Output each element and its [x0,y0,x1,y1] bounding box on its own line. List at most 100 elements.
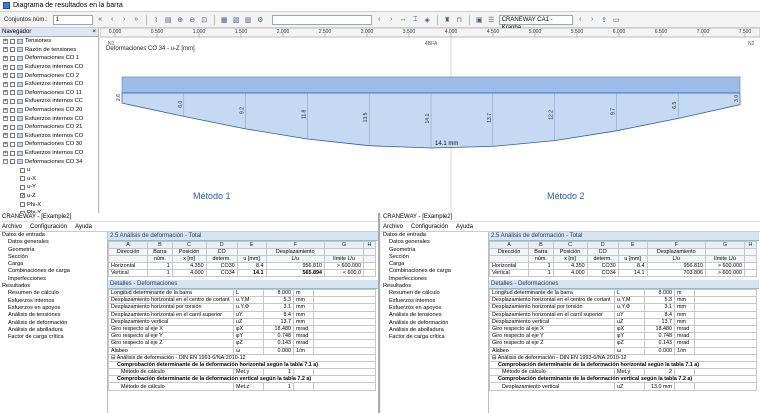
section-icon[interactable]: ⌶ [411,15,420,24]
tree-item[interactable]: Sección [0,254,107,261]
next-icon[interactable]: › [120,15,129,24]
checkbox[interactable] [10,116,15,122]
diagram-canvas[interactable]: 0.000 0.500 1.000 1.500 2.000 2.500 3.000 3.500… [99,27,760,213]
beam-icon[interactable]: ⊓ [455,15,464,24]
checkbox[interactable] [10,73,15,79]
table-row[interactable]: Vertical 1 4.000 CO34 14.1 703.806 > 600.000 [489,269,757,277]
expand-icon[interactable]: + [3,150,8,156]
tree-item[interactable]: Esfuerzos internos [381,298,488,305]
tree-item[interactable]: Geometría [381,247,488,254]
checkbox[interactable] [10,38,15,44]
table-icon[interactable]: ▣ [475,15,484,24]
tree-item[interactable]: Combinaciones de carga [381,268,488,275]
settings-icon[interactable]: ⚙ [256,15,265,24]
next-case-icon[interactable]: › [387,15,396,24]
prev-crane-icon[interactable]: ‹ [576,15,585,24]
checkbox[interactable] [10,81,15,87]
expand-icon[interactable]: + [3,116,8,122]
expand-icon[interactable]: + [3,141,8,147]
table-row[interactable]: Horizontal 1 4.350 CO30 8.4 956.810 > 600.000 [489,262,757,270]
craneway-select[interactable]: CRANEWAY CA1 - Kranba [498,14,573,31]
tree-item[interactable]: Análisis de deformación [0,320,107,327]
checkbox[interactable] [10,133,15,139]
checkbox[interactable] [10,150,15,156]
expand-icon[interactable]: + [3,38,8,44]
prev-icon[interactable]: ‹ [108,15,117,24]
expand-icon[interactable]: + [3,90,8,96]
navigator-item[interactable]: + Deformaciones CO 30 [0,140,98,149]
checkbox[interactable] [10,90,15,96]
checkbox[interactable] [10,159,15,165]
zoom-in-icon[interactable]: ⊕ [176,15,185,24]
filter-icon[interactable]: ▥ [244,15,253,24]
tree-item[interactable]: Sección [381,254,488,261]
tree-item[interactable]: Datos generales [381,239,488,246]
checkbox[interactable] [10,107,15,113]
expand-icon[interactable]: + [3,55,8,61]
navigator-item[interactable]: u-X [0,175,98,184]
window-icon[interactable]: ▭ [612,15,621,24]
checkbox[interactable] [20,202,25,208]
tree-item[interactable]: Análisis de tensiones [0,312,107,319]
table-row[interactable]: Vertical 1 4.000 CO34 14.1 565.894 < 600.0 [108,269,376,277]
results-icon[interactable]: ▦ [220,15,229,24]
tree-item[interactable]: Carga [0,261,107,268]
values-icon[interactable]: ▧ [232,15,241,24]
navigator-item[interactable]: ✓ u-Z [0,192,98,201]
prev-case-icon[interactable]: ‹ [375,15,384,24]
checkbox[interactable] [20,167,25,173]
menu-item[interactable]: Configuración [30,222,67,231]
checkbox[interactable] [10,55,15,61]
expand-icon[interactable]: + [3,81,8,87]
navigator-item[interactable]: + Deformaciones CO 21 [0,123,98,132]
checkbox[interactable]: ✓ [20,193,25,199]
checkbox[interactable] [20,184,25,190]
expand-icon[interactable]: + [3,47,8,53]
tree-item[interactable]: Análisis de abolladura [0,327,107,334]
table-row[interactable]: Horizontal 1 4.350 CO30 8.4 956.810 > 600.000 [108,262,376,270]
tree-item[interactable]: Resumen de cálculo [381,290,488,297]
list-icon[interactable]: ☰ [487,15,496,24]
menu-item[interactable]: Archivo [383,222,403,231]
tree-item[interactable]: Geometría [0,247,107,254]
expand-icon[interactable]: + [3,124,8,130]
checkbox[interactable] [10,124,15,130]
tree-item[interactable]: Imperfecciones [381,276,488,283]
tree-item[interactable]: Esfuerzos en apoyos [381,305,488,312]
expand-icon[interactable]: − [3,159,8,165]
tree-item[interactable]: Imperfecciones [0,276,107,283]
crane-icon[interactable]: ♜ [443,15,452,24]
tree-item[interactable]: Datos generales [0,239,107,246]
menu-item[interactable]: Configuración [411,222,448,231]
expand-icon[interactable]: + [3,107,8,113]
navigator-item[interactable]: + Deformaciones CO 1 [0,54,98,63]
navigator-item[interactable]: − Deformaciones CO 34 [0,157,98,166]
norm-row[interactable]: ⊟ Análisis de deformación - DIN EN 1993-… [108,353,376,362]
tree-item[interactable]: Resultados [0,283,107,290]
tree-item[interactable]: Esfuerzos internos [0,298,107,305]
next-crane-icon[interactable]: › [588,15,597,24]
close-icon[interactable]: × [92,28,96,36]
checkbox[interactable] [10,98,15,104]
tree-item[interactable]: Factor de carga crítica [0,334,107,341]
tree-item[interactable]: Factor de carga crítica [381,334,488,341]
expand-icon[interactable]: + [3,73,8,79]
tree-item[interactable]: Análisis de deformación [381,320,488,327]
navigator-item[interactable]: + Esfuerzos internos CO [0,114,98,123]
expand-icon[interactable]: + [3,98,8,104]
navigator-item[interactable]: + Deformaciones CO 2 [0,71,98,80]
navigator-item[interactable]: + Esfuerzos internos CO [0,149,98,158]
tree-item[interactable]: Esfuerzos en apoyos [0,305,107,312]
navigator-item[interactable]: u [0,166,98,175]
tree-item[interactable]: Análisis de tensiones [381,312,488,319]
print-icon[interactable]: ▤ [164,15,173,24]
navigator-item[interactable]: + Razón de tensiones [0,46,98,55]
navigator-item[interactable]: + Esfuerzos internos CO [0,63,98,72]
first-icon[interactable]: « [96,15,105,24]
navigator-item[interactable]: + Deformaciones CO 20 [0,106,98,115]
tree-item[interactable]: Resumen de cálculo [0,290,107,297]
tree-item[interactable]: Resultados [381,283,488,290]
tree-item[interactable]: Datos de entrada [0,232,107,239]
color-icon[interactable]: ◈ [423,15,432,24]
menu-item[interactable]: Ayuda [456,222,473,231]
